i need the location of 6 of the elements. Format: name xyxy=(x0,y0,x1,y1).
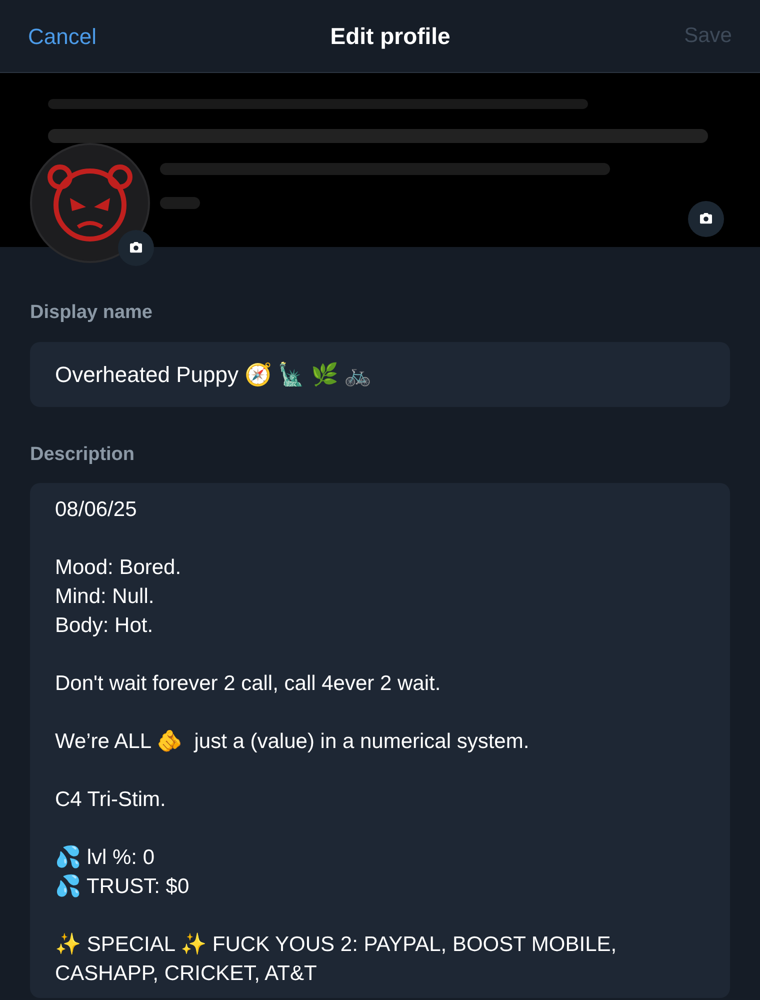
field-label: Description xyxy=(30,442,135,466)
field-label: Display name xyxy=(30,301,152,325)
screen-title: Edit profile xyxy=(330,22,450,51)
cancel-button[interactable]: Cancel xyxy=(28,20,96,52)
display-name-field[interactable]: Overheated Puppy 🧭 🗽 🌿 🚲 xyxy=(30,342,730,406)
description-field[interactable]: 08/06/25 Mood: Bored. Mind: Null. Body: Hot. Don't wait forever 2 call, call 4ever 2 wait. We’re ALL 🫵 just a (value) in a numerical system. C4 Tri-Stim. 💦 lvl %: 0 💦 TRUST: $0 ✨ SPECIAL ✨ FUCK YOUS 2: PAYPAL, BOOST MOBILE, CASHAPP, CRICKET, AT&T xyxy=(30,483,730,998)
